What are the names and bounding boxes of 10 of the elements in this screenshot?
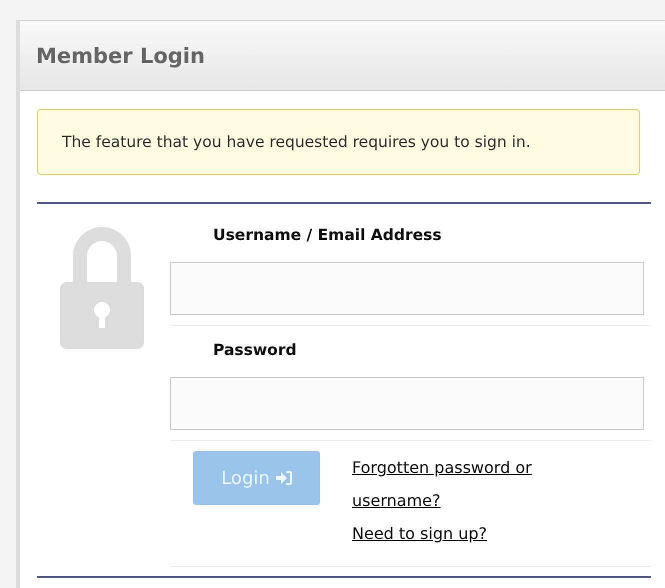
field-label: Password xyxy=(213,341,298,361)
username-field[interactable] xyxy=(170,262,644,315)
sign-in-icon xyxy=(276,471,292,485)
panel-title: Member Login xyxy=(20,21,665,91)
sign-up-link[interactable]: Need to sign up? xyxy=(352,517,592,550)
lock-icon xyxy=(60,226,144,349)
forgot-password-link[interactable]: Forgotten password or username? xyxy=(352,451,592,517)
field-label: Username / Email Address xyxy=(213,226,443,246)
password-field[interactable] xyxy=(170,377,644,430)
notice-message: The feature that you have requested requires you to sign in. xyxy=(37,109,640,175)
